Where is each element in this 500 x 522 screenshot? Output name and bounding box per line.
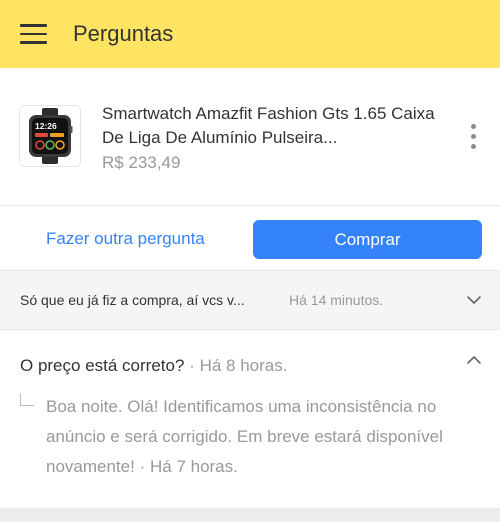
menu-line xyxy=(20,41,47,44)
dot xyxy=(471,144,476,149)
answer-indent-icon xyxy=(20,393,34,406)
product-thumbnail[interactable]: 12:26 xyxy=(19,105,81,167)
actions-bar: Fazer outra pergunta Comprar xyxy=(0,206,500,270)
buy-button[interactable]: Comprar xyxy=(253,220,482,259)
smartwatch-image: 12:26 xyxy=(29,108,73,164)
dot xyxy=(471,124,476,129)
product-title[interactable]: Smartwatch Amazfit Fashion Gts 1.65 Caix… xyxy=(102,102,442,150)
hamburger-menu-icon[interactable] xyxy=(20,24,48,44)
chevron-down-icon[interactable] xyxy=(466,292,482,308)
question-text: O preço está correto? xyxy=(20,356,185,375)
watch-time-text: 12:26 xyxy=(35,121,57,131)
question-time: Há 8 horas. xyxy=(199,356,288,375)
answer-text: Boa noite. Olá! Identificamos uma incons… xyxy=(46,392,486,482)
answer-body: Boa noite. Olá! Identificamos uma incons… xyxy=(46,397,443,476)
answer-time: Há 7 horas. xyxy=(149,457,238,476)
question-time: Há 14 minutos. xyxy=(289,292,384,308)
ask-another-question-button[interactable]: Fazer outra pergunta xyxy=(46,228,205,250)
dot xyxy=(471,134,476,139)
product-price: R$ 233,49 xyxy=(102,153,181,172)
question-item-expanded: O preço está correto? · Há 8 horas. Boa … xyxy=(0,330,500,508)
more-vertical-icon[interactable] xyxy=(466,124,482,150)
product-card[interactable]: 12:26 Smartwatch Amazfit Fashion Gts 1.6… xyxy=(0,68,500,206)
question-text: Só que eu já fiz a compra, aí vcs v... xyxy=(20,292,245,308)
bottom-divider xyxy=(0,508,500,522)
app-bar: Perguntas xyxy=(0,0,500,68)
separator-dot: · xyxy=(189,356,195,375)
menu-line xyxy=(20,24,47,27)
menu-line xyxy=(20,32,47,35)
separator-dot: · xyxy=(139,457,146,476)
page-title: Perguntas xyxy=(73,21,174,46)
question-line: O preço está correto? · Há 8 horas. xyxy=(20,355,287,377)
chevron-up-icon[interactable] xyxy=(466,352,482,368)
question-item-collapsed[interactable]: Só que eu já fiz a compra, aí vcs v... H… xyxy=(0,270,500,330)
